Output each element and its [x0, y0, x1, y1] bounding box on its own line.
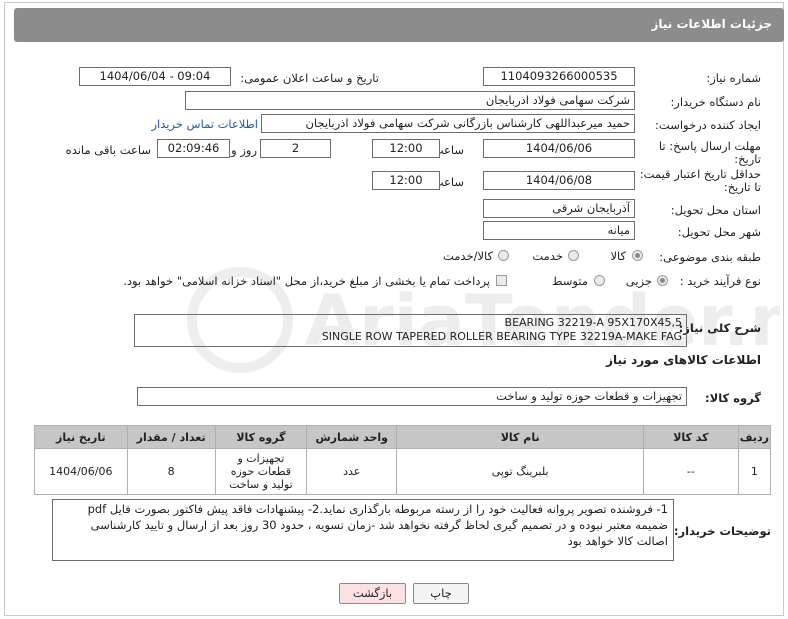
process-label: نوع فرآیند خرید :: [679, 274, 761, 288]
process-option-medium: متوسط: [551, 274, 588, 288]
process-radio-minor[interactable]: [657, 275, 668, 286]
announce-field: 1404/06/04 - 09:04: [79, 67, 231, 86]
cell-code: --: [642, 448, 739, 495]
goods-group-label: گروه کالا:: [705, 391, 761, 405]
buyer-org-field: شرکت سهامی فولاد اذربایجان: [185, 91, 635, 110]
description-line-1: BEARING 32219-A 95X170X45,5: [504, 316, 682, 329]
back-button[interactable]: بازگشت: [339, 583, 406, 604]
need-number-label: شماره نیاز:: [706, 71, 761, 85]
goods-section-title: اطلاعات کالاهای مورد نیاز: [606, 353, 761, 367]
cell-group: تجهیزات و قطعات حوزه تولید و ساخت: [214, 448, 308, 495]
buyer-org-label: نام دستگاه خریدار:: [670, 95, 761, 109]
creator-label: ایجاد کننده درخواست:: [655, 118, 761, 132]
days-label: روز و: [231, 143, 257, 157]
days-field: 2: [260, 139, 331, 158]
city-label: شهر محل تحویل:: [677, 225, 761, 239]
category-radio-service[interactable]: [568, 250, 579, 261]
price-date-field: 1404/06/08: [483, 171, 635, 190]
reply-date-field: 1404/06/06: [483, 139, 635, 158]
process-radio-medium[interactable]: [594, 275, 605, 286]
city-field: میانه: [483, 221, 635, 240]
goods-table-header: ردیف کد کالا نام کالا واحد شمارش گروه کا…: [34, 425, 772, 449]
creator-field: حمید میرعبداللهی کارشناس بازرگانی شرکت س…: [261, 114, 635, 133]
cell-unit: عدد: [306, 448, 398, 495]
category-option-goods: کالا: [610, 249, 626, 263]
payment-treasury-checkbox[interactable]: [496, 275, 507, 286]
col-quantity-header: تعداد / مقدار: [126, 425, 216, 449]
reply-deadline-label-2: تاریخ:: [734, 152, 761, 166]
price-deadline-label-2: تا تاریخ:: [723, 180, 761, 194]
general-description-label: شرح کلی نیاز:: [678, 321, 761, 335]
cell-quantity: 8: [126, 448, 216, 495]
price-time-field: 12:00: [372, 171, 440, 190]
reply-deadline-label: مهلت ارسال پاسخ: تا: [658, 139, 761, 153]
payment-note: پرداخت تمام یا بخشی از مبلغ خرید،از محل …: [123, 274, 490, 288]
remaining-time-field: 02:09:46: [157, 139, 230, 158]
description-line-2: SINGLE ROW TAPERED ROLLER BEARING TYPE 3…: [321, 330, 682, 343]
process-option-minor: جزیی: [625, 274, 652, 288]
buyer-notes-box: 1- فروشنده تصویر پروانه فعالیت خود را از…: [52, 499, 674, 561]
col-name-header: نام کالا: [396, 425, 644, 449]
page-title: جزئیات اطلاعات نیاز: [651, 17, 772, 31]
col-group-header: گروه کالا: [214, 425, 308, 449]
col-code-header: کد کالا: [642, 425, 739, 449]
print-button[interactable]: چاپ: [413, 583, 469, 604]
page-header: جزئیات اطلاعات نیاز: [14, 8, 784, 42]
buyer-contact-link[interactable]: اطلاعات تماس خریدار: [151, 117, 258, 131]
table-row: 1 -- بلبرینگ توپی عدد تجهیزات و قطعات حو…: [34, 448, 772, 495]
buyer-notes-label: توضیحات خریدار:: [673, 524, 771, 538]
goods-table: ردیف کد کالا نام کالا واحد شمارش گروه کا…: [34, 425, 772, 495]
category-radio-goods-service[interactable]: [498, 250, 509, 261]
category-option-service: خدمت: [532, 249, 563, 263]
col-unit-header: واحد شمارش: [306, 425, 398, 449]
remaining-label: ساعت باقی مانده: [65, 143, 151, 157]
general-description-box: BEARING 32219-A 95X170X45,5 SINGLE ROW T…: [134, 314, 687, 347]
goods-group-field: تجهیزات و قطعات حوزه تولید و ساخت: [137, 387, 687, 406]
cell-name: بلبرینگ توپی: [396, 448, 644, 495]
province-label: استان محل تحویل:: [670, 203, 761, 217]
category-option-goods-service: کالا/خدمت: [442, 249, 493, 263]
category-radio-goods[interactable]: [632, 250, 643, 261]
col-date-header: تاریخ نیاز: [34, 425, 128, 449]
need-number-field: 1104093266000535: [483, 67, 635, 86]
province-field: آذربایجان شرقی: [483, 199, 635, 218]
price-deadline-label: حداقل تاریخ اعتبار قیمت:: [639, 167, 761, 181]
cell-date: 1404/06/06: [34, 448, 128, 495]
reply-time-field: 12:00: [372, 139, 440, 158]
col-row-header: ردیف: [737, 425, 772, 449]
cell-row: 1: [737, 448, 772, 495]
announce-label: تاریخ و ساعت اعلان عمومی:: [240, 71, 379, 85]
category-label: طبقه بندی موضوعی:: [659, 250, 761, 264]
